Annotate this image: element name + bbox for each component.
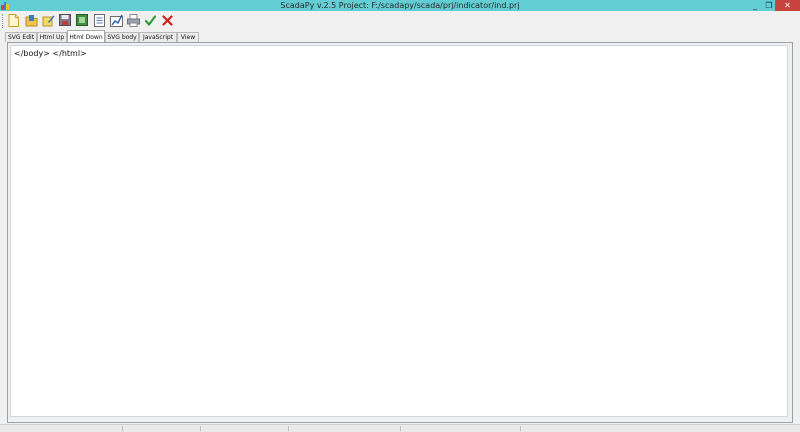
tab-svg-edit[interactable]: SVG Edit	[5, 32, 37, 42]
status-divider	[288, 426, 289, 431]
status-divider	[520, 426, 521, 431]
apply-button[interactable]	[143, 13, 157, 27]
tab-view[interactable]: View	[177, 32, 199, 42]
image-icon	[76, 14, 88, 26]
print-icon	[126, 13, 140, 27]
new-file-button[interactable]	[7, 13, 21, 27]
cancel-button[interactable]	[160, 13, 174, 27]
tab-svg-body[interactable]: SVG body	[105, 32, 139, 42]
open-folder-icon	[25, 14, 37, 26]
open-button[interactable]	[24, 13, 38, 27]
cancel-icon	[161, 14, 173, 26]
document-button[interactable]	[92, 13, 106, 27]
tab-html-up[interactable]: Html Up	[37, 32, 67, 42]
toolbar-grip[interactable]	[2, 14, 5, 28]
editor-content[interactable]: </body> </html>	[14, 49, 87, 58]
print-button[interactable]	[126, 13, 140, 27]
chart-button[interactable]	[109, 13, 123, 27]
minimize-button[interactable]: _	[748, 0, 762, 11]
edit-button[interactable]	[41, 13, 55, 27]
document-icon	[93, 13, 105, 27]
save-icon	[59, 14, 71, 26]
image-button[interactable]	[75, 13, 89, 27]
maximize-button[interactable]: ❐	[762, 0, 776, 11]
chart-icon	[109, 14, 123, 27]
status-divider	[200, 426, 201, 431]
edit-icon	[42, 15, 54, 26]
window-title: ScadaPy v.2.5 Project: F:/scadapy/scada/…	[280, 1, 520, 10]
close-button[interactable]: ✕	[775, 0, 800, 11]
tab-javascript[interactable]: JavaScript	[139, 32, 177, 42]
html-editor[interactable]	[10, 45, 788, 417]
status-divider	[122, 426, 123, 431]
save-button[interactable]	[58, 13, 72, 27]
status-divider	[400, 426, 401, 431]
new-file-icon	[8, 13, 19, 27]
checkmark-icon	[144, 14, 156, 26]
